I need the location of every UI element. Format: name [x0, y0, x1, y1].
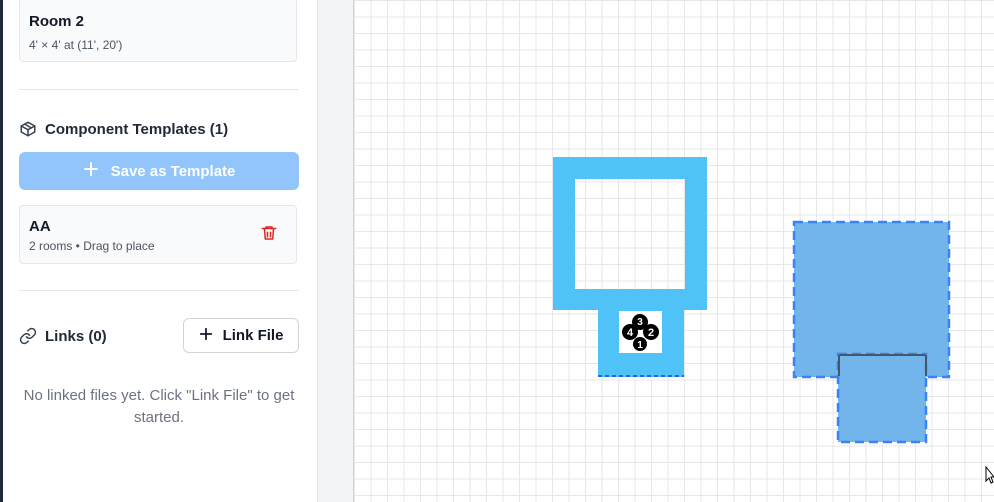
component-templates-header: Component Templates (1) [19, 120, 228, 138]
sidebar: Room 2 4' × 4' at (11', 20') Component T… [3, 0, 317, 502]
selected-room-small[interactable] [836, 352, 928, 444]
plus-icon [199, 327, 213, 345]
link-file-button[interactable]: Link File [183, 318, 299, 353]
trash-icon[interactable] [260, 224, 278, 247]
room-name: Room 2 [29, 13, 85, 30]
compass-icon[interactable]: 3 4 2 1 [619, 311, 662, 353]
package-icon [19, 120, 37, 138]
component-templates-title: Component Templates (1) [45, 120, 229, 138]
compass-label-north: 3 [637, 317, 643, 328]
compass-label-west: 4 [627, 327, 634, 339]
links-empty-message: No linked files yet. Click "Link File" t… [23, 387, 295, 426]
room-card[interactable]: Room 2 4' × 4' at (11', 20') [19, 0, 297, 62]
scroll-gutter[interactable] [318, 0, 353, 502]
mouse-cursor-icon [985, 465, 994, 489]
divider [19, 89, 299, 90]
floor-plan-canvas[interactable]: 3 4 2 1 [354, 0, 994, 502]
save-as-template-label: Save as Template [110, 162, 236, 180]
plus-icon [83, 161, 99, 181]
links-title: Links (0) [45, 327, 107, 345]
template-details: 2 rooms • Drag to place [29, 239, 155, 253]
room-details: 4' × 4' at (11', 20') [29, 38, 123, 52]
link-icon [19, 327, 37, 345]
floor-plan-svg: 3 4 2 1 [553, 157, 951, 444]
save-as-template-button[interactable]: Save as Template [19, 152, 299, 190]
compass-label-south: 1 [637, 340, 643, 351]
compass-label-east: 2 [648, 327, 654, 339]
link-file-label: Link File [222, 327, 284, 344]
template-name: AA [29, 218, 51, 235]
links-header: Links (0) [19, 327, 107, 345]
template-card[interactable]: AA 2 rooms • Drag to place [19, 205, 297, 264]
divider [19, 290, 299, 291]
